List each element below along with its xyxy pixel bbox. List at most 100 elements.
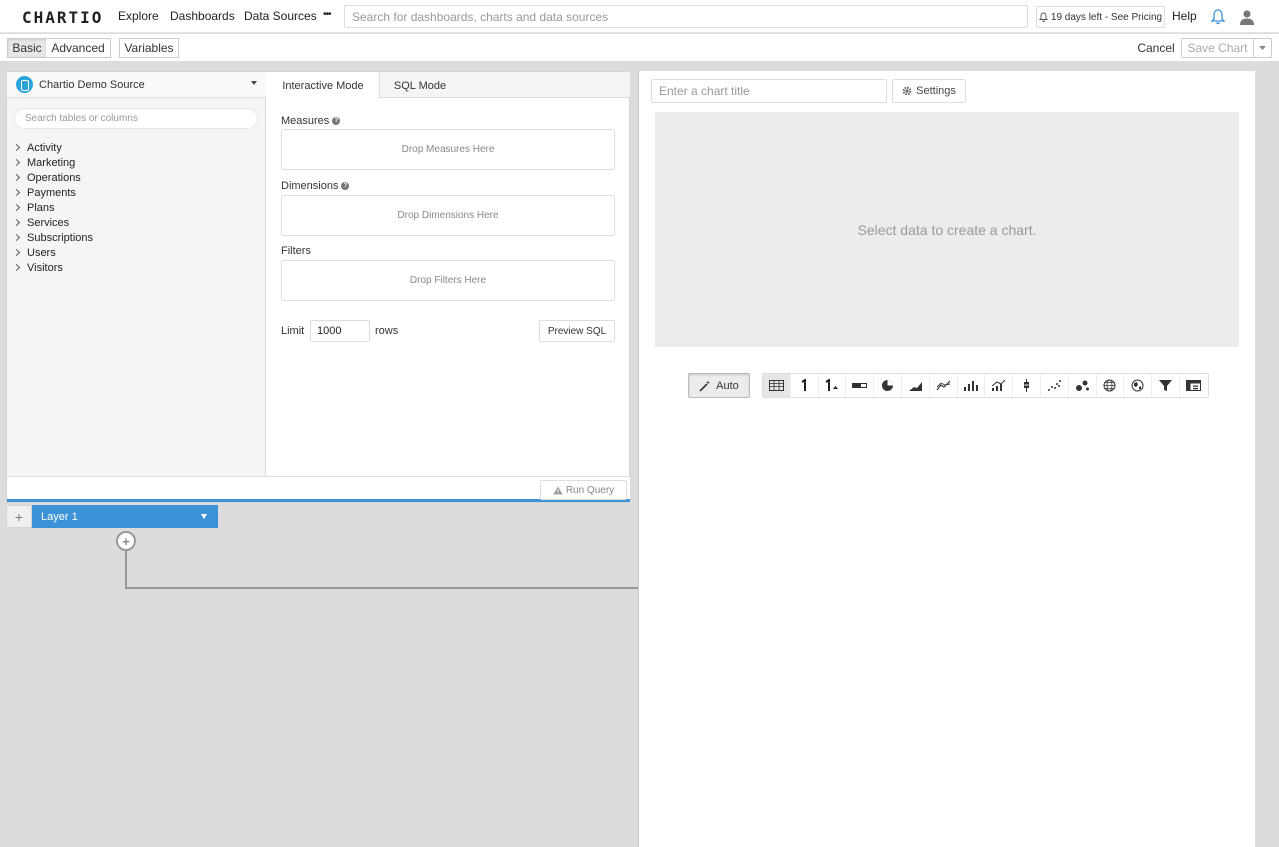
single-value-trend-chart-type[interactable] bbox=[819, 374, 847, 397]
pivot-chart-type[interactable] bbox=[1180, 374, 1208, 397]
table-item-users[interactable]: Users bbox=[12, 245, 93, 260]
box-plot-chart-type[interactable] bbox=[1013, 374, 1041, 397]
bubble-icon bbox=[1075, 380, 1089, 391]
chartio-logo[interactable]: CHARTIO bbox=[22, 8, 103, 27]
scatter-chart-type[interactable] bbox=[1041, 374, 1069, 397]
auto-label: Auto bbox=[716, 379, 739, 392]
data-source-name: Chartio Demo Source bbox=[39, 78, 145, 91]
globe-chart-type[interactable] bbox=[1097, 374, 1125, 397]
chevron-right-icon bbox=[12, 263, 21, 272]
progress-bar-chart-type[interactable] bbox=[846, 374, 875, 397]
save-chart-button[interactable]: Save Chart bbox=[1182, 39, 1254, 57]
advanced-mode-button[interactable]: Advanced bbox=[46, 38, 111, 58]
table-label: Users bbox=[27, 246, 56, 259]
table-chart-type[interactable] bbox=[763, 374, 791, 397]
run-query-bar: Run Query bbox=[7, 476, 630, 502]
single-value-chart-type[interactable] bbox=[791, 374, 819, 397]
chart-preview-area: Select data to create a chart. bbox=[655, 112, 1239, 347]
table-item-operations[interactable]: Operations bbox=[12, 170, 93, 185]
measures-label: Measures ? bbox=[281, 115, 341, 127]
save-options-dropdown[interactable] bbox=[1254, 39, 1271, 57]
chevron-right-icon bbox=[12, 158, 21, 167]
layer-name: Layer 1 bbox=[41, 510, 78, 523]
table-item-marketing[interactable]: Marketing bbox=[12, 155, 93, 170]
chevron-right-icon bbox=[12, 173, 21, 182]
run-query-button[interactable]: Run Query bbox=[540, 480, 627, 500]
data-source-column: Chartio Demo Source Activity Marketing O… bbox=[7, 72, 266, 476]
dimensions-drop-zone[interactable]: Drop Dimensions Here bbox=[281, 195, 615, 236]
nav-more-menu[interactable]: ••• bbox=[323, 9, 331, 20]
limit-input[interactable] bbox=[310, 320, 370, 342]
chevron-down-icon[interactable] bbox=[201, 514, 207, 519]
preview-sql-button[interactable]: Preview SQL bbox=[539, 320, 615, 342]
chart-title-input[interactable] bbox=[651, 79, 887, 103]
chevron-right-icon bbox=[12, 218, 21, 227]
table-item-activity[interactable]: Activity bbox=[12, 140, 93, 155]
help-link[interactable]: Help bbox=[1172, 9, 1197, 23]
line-chart-type[interactable] bbox=[930, 374, 958, 397]
user-profile-icon[interactable] bbox=[1238, 8, 1256, 26]
table-item-subscriptions[interactable]: Subscriptions bbox=[12, 230, 93, 245]
table-label: Plans bbox=[27, 201, 55, 214]
add-pipeline-step-icon[interactable]: + bbox=[116, 531, 136, 551]
notification-bell-icon[interactable] bbox=[1209, 8, 1227, 26]
database-icon bbox=[16, 76, 33, 93]
warning-icon bbox=[553, 486, 563, 494]
funnel-chart-type[interactable] bbox=[1152, 374, 1180, 397]
variables-button[interactable]: Variables bbox=[119, 38, 179, 58]
settings-label: Settings bbox=[916, 85, 956, 97]
area-chart-type[interactable] bbox=[902, 374, 930, 397]
help-icon[interactable]: ? bbox=[341, 182, 350, 190]
bar-line-chart-type[interactable] bbox=[985, 374, 1014, 397]
chevron-right-icon bbox=[12, 188, 21, 197]
tab-sql-mode[interactable]: SQL Mode bbox=[380, 72, 460, 99]
rows-label: rows bbox=[375, 325, 399, 337]
globe-icon bbox=[1103, 379, 1116, 392]
chart-panel: Settings Select data to create a chart. … bbox=[638, 71, 1256, 847]
nav-dashboards[interactable]: Dashboards bbox=[170, 9, 235, 23]
nav-data-sources[interactable]: Data Sources bbox=[244, 9, 317, 23]
basic-mode-button[interactable]: Basic bbox=[7, 38, 47, 58]
global-search-input[interactable] bbox=[344, 5, 1028, 28]
measures-label-text: Measures bbox=[281, 115, 330, 127]
limit-label: Limit bbox=[281, 325, 305, 337]
tab-interactive-mode[interactable]: Interactive Mode bbox=[267, 72, 380, 99]
data-source-selector[interactable]: Chartio Demo Source bbox=[7, 72, 266, 98]
add-layer-button[interactable]: + bbox=[6, 505, 32, 528]
geo-map-chart-type[interactable] bbox=[1124, 374, 1153, 397]
run-query-label: Run Query bbox=[565, 484, 615, 496]
table-label: Activity bbox=[27, 141, 62, 154]
pivot-icon bbox=[1186, 380, 1202, 391]
cancel-button[interactable]: Cancel bbox=[1136, 38, 1176, 58]
filters-label: Filters bbox=[281, 245, 311, 257]
line-icon bbox=[936, 380, 951, 391]
table-label: Marketing bbox=[27, 156, 76, 169]
chevron-right-icon bbox=[12, 143, 21, 152]
table-item-plans[interactable]: Plans bbox=[12, 200, 93, 215]
funnel-icon bbox=[1159, 380, 1173, 391]
magic-wand-icon bbox=[699, 380, 711, 392]
pipeline-connector bbox=[125, 587, 639, 589]
trial-pricing-button[interactable]: 19 days left - See Pricing bbox=[1036, 6, 1165, 28]
layer-tab[interactable]: Layer 1 bbox=[32, 505, 218, 528]
bar-chart-type[interactable] bbox=[958, 374, 986, 397]
chart-settings-button[interactable]: Settings bbox=[892, 79, 966, 103]
dimensions-label-text: Dimensions bbox=[281, 180, 339, 192]
auto-chart-type-button[interactable]: Auto bbox=[688, 373, 750, 398]
single-value-icon bbox=[801, 379, 806, 391]
bar-icon bbox=[964, 381, 979, 391]
table-item-payments[interactable]: Payments bbox=[12, 185, 93, 200]
table-item-services[interactable]: Services bbox=[12, 215, 93, 230]
table-search-input[interactable] bbox=[14, 108, 258, 129]
help-icon[interactable]: ? bbox=[332, 117, 341, 125]
table-item-visitors[interactable]: Visitors bbox=[12, 260, 93, 275]
measures-drop-zone[interactable]: Drop Measures Here bbox=[281, 129, 615, 170]
table-label: Services bbox=[27, 216, 70, 229]
chart-toolbar: Basic Advanced Variables Cancel Save Cha… bbox=[0, 34, 1279, 62]
filters-drop-zone[interactable]: Drop Filters Here bbox=[281, 260, 615, 301]
table-icon bbox=[768, 380, 784, 391]
nav-explore[interactable]: Explore bbox=[118, 9, 159, 23]
table-label: Payments bbox=[27, 186, 76, 199]
bubble-chart-type[interactable] bbox=[1069, 374, 1097, 397]
pie-chart-type[interactable] bbox=[874, 374, 902, 397]
